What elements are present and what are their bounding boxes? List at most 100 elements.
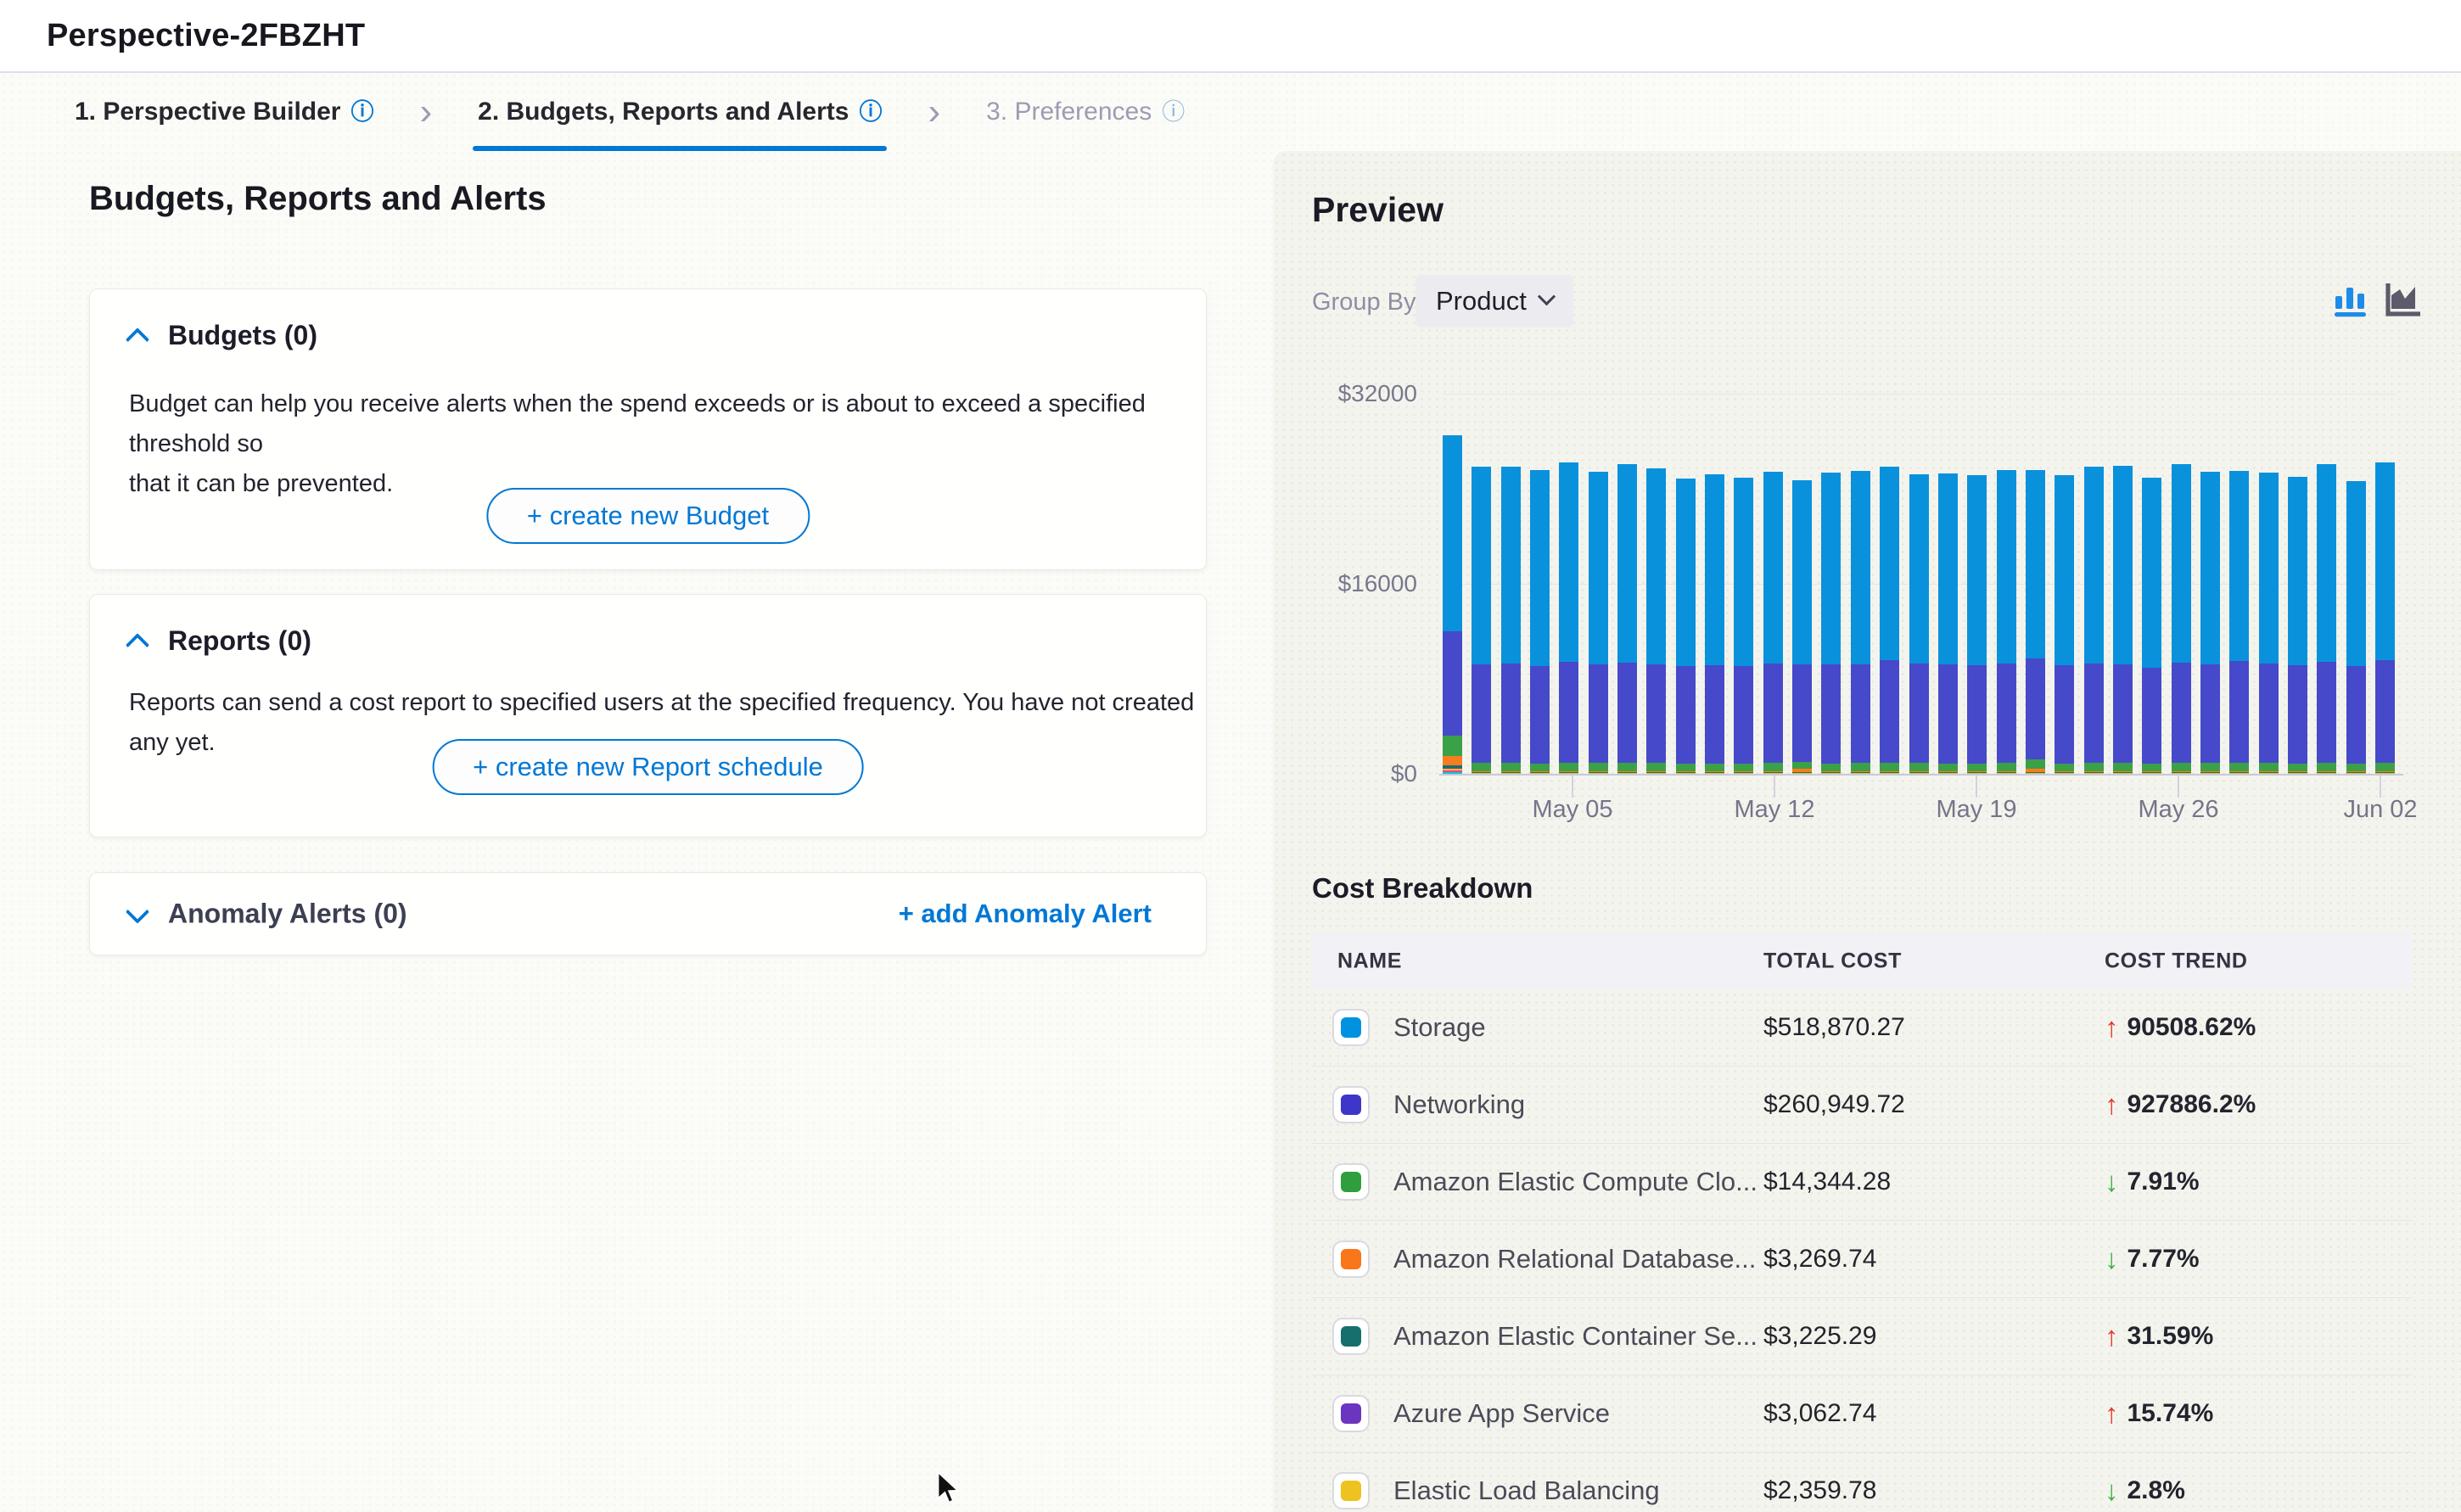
chart-bar[interactable] [2375, 462, 2395, 774]
bar-segment [2346, 666, 2366, 764]
bar-segment [1880, 660, 1899, 762]
bar-segment [2200, 763, 2220, 770]
chart-bar[interactable] [1646, 468, 1666, 774]
table-row[interactable]: Amazon Elastic Compute Clo...$14,344.28↓… [1312, 1144, 2412, 1221]
chart-bar[interactable] [2317, 464, 2336, 774]
group-by-value: Product [1436, 286, 1527, 316]
tab-perspective-builder[interactable]: 1. Perspective Builder [66, 73, 382, 151]
tab-label: 1. Perspective Builder [75, 98, 340, 126]
x-tick-mark [2380, 776, 2381, 798]
bar-segment [1880, 467, 1899, 660]
table-row[interactable]: Elastic Load Balancing$2,359.78↓2.8% [1312, 1453, 2412, 1512]
trend-up-icon: ↑ [2105, 1089, 2119, 1121]
table-row[interactable]: Networking$260,949.72↑927886.2% [1312, 1067, 2412, 1144]
chart-bar[interactable] [1676, 479, 1696, 774]
bar-segment [2084, 763, 2104, 771]
add-anomaly-alert-link[interactable]: + add Anomaly Alert [899, 899, 1152, 929]
legend-color-swatch [1332, 1086, 1370, 1123]
page-title: Perspective-2FBZHT [47, 18, 365, 54]
chart-bar[interactable] [1763, 472, 1783, 774]
table-row[interactable]: Amazon Relational Database...$3,269.74↓7… [1312, 1221, 2412, 1298]
bar-segment [2346, 764, 2366, 770]
chart-bar[interactable] [1967, 475, 1987, 774]
tab-budgets-reports-alerts[interactable]: 2. Budgets, Reports and Alerts [469, 73, 890, 151]
create-budget-button[interactable]: + create new Budget [486, 488, 810, 544]
bar-segment [1938, 664, 1958, 763]
chart-bar[interactable] [1472, 467, 1491, 774]
chart-bar[interactable] [1880, 467, 1899, 774]
bar-segment [1821, 764, 1841, 771]
info-icon[interactable] [350, 101, 373, 124]
chart-bar[interactable] [1821, 473, 1841, 774]
bar-segment [2259, 473, 2279, 664]
chart-bar[interactable] [2055, 475, 2074, 774]
bar-segment [1501, 763, 1521, 771]
chart-bar[interactable] [1559, 462, 1578, 774]
info-icon[interactable] [859, 101, 882, 124]
bar-segment [1559, 662, 1578, 763]
bar-segment [2084, 467, 2104, 663]
collapse-caret-icon[interactable] [126, 328, 149, 351]
cost-row-total: $2,359.78 [1763, 1476, 1876, 1505]
bar-segment [1880, 773, 1899, 774]
bar-segment [1909, 474, 1929, 664]
bar-segment [1734, 764, 1753, 771]
chart-bar[interactable] [1589, 472, 1608, 774]
chart-bar[interactable] [2026, 470, 2045, 774]
chart-bar[interactable] [1997, 470, 2016, 774]
create-report-button[interactable]: + create new Report schedule [432, 739, 864, 795]
chart-bar[interactable] [1792, 480, 1812, 774]
chart-bar[interactable] [2229, 471, 2249, 775]
chart-bar[interactable] [2142, 478, 2161, 774]
chart-bar[interactable] [1734, 478, 1753, 774]
chart-bar[interactable] [2288, 477, 2307, 775]
chart-bar[interactable] [1443, 435, 1462, 774]
chart-bar[interactable] [1617, 464, 1637, 774]
chart-bar[interactable] [2346, 481, 2366, 774]
chart-bar[interactable] [1530, 470, 1550, 774]
bar-segment [1472, 664, 1491, 763]
bar-segment [1501, 664, 1521, 764]
bar-segment [1938, 773, 1958, 774]
trend-down-icon: ↓ [2105, 1475, 2119, 1507]
chart-bar[interactable] [2084, 467, 2104, 774]
table-row[interactable]: Azure App Service$3,062.74↑15.74% [1312, 1375, 2412, 1453]
x-axis-label: May 26 [2138, 796, 2218, 824]
trend-up-icon: ↑ [2105, 1397, 2119, 1430]
bar-segment [1617, 464, 1637, 663]
collapse-caret-icon[interactable] [126, 633, 149, 657]
table-row[interactable]: Storage$518,870.27↑90508.62% [1312, 989, 2412, 1067]
group-by-dropdown[interactable]: Product [1415, 275, 1573, 328]
expand-caret-icon[interactable] [126, 899, 149, 923]
bar-segment [2317, 773, 2336, 774]
cost-row-total: $3,225.29 [1763, 1322, 1876, 1351]
bar-segment [2026, 658, 2045, 759]
area-chart-icon[interactable] [2383, 278, 2424, 319]
bar-segment [2055, 665, 2074, 764]
bar-segment [1851, 763, 1870, 770]
cost-trend: ↑15.74% [2105, 1397, 2213, 1430]
cost-row-name: Azure App Service [1393, 1398, 1610, 1429]
tab-preferences[interactable]: 3. Preferences [978, 73, 1193, 151]
chart-bar[interactable] [1501, 467, 1521, 774]
x-tick-mark [1976, 776, 1977, 798]
chart-bar[interactable] [2172, 464, 2191, 774]
chart-bar[interactable] [2200, 472, 2220, 774]
chart-bar[interactable] [1705, 474, 1724, 774]
chart-bar[interactable] [2113, 466, 2133, 774]
bar-segment [2346, 481, 2366, 666]
chart-bar[interactable] [1909, 474, 1929, 774]
chart-bar[interactable] [1938, 473, 1958, 774]
cost-row-name: Networking [1393, 1089, 1525, 1120]
trend-percentage: 7.77% [2127, 1245, 2200, 1274]
bar-chart-icon[interactable] [2330, 278, 2371, 319]
chart-bar[interactable] [2259, 473, 2279, 774]
chart-bar[interactable] [1851, 471, 1870, 775]
bar-segment [1559, 763, 1578, 771]
bar-segment [1967, 764, 1987, 771]
info-icon[interactable] [1162, 101, 1185, 124]
bar-segment [2288, 477, 2307, 665]
bar-segment [1530, 764, 1550, 771]
bar-segment [2142, 668, 2161, 764]
table-row[interactable]: Amazon Elastic Container Se...$3,225.29↑… [1312, 1298, 2412, 1375]
